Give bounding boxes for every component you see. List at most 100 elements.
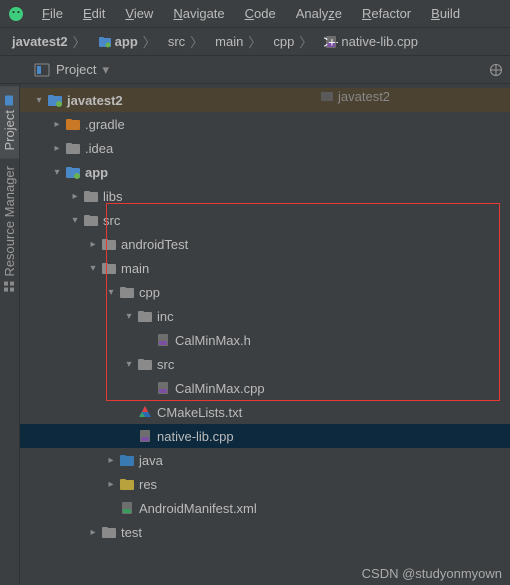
tree-node-gradle[interactable]: ▸ .gradle xyxy=(20,112,510,136)
chevron-down-icon: ▾ xyxy=(68,215,82,226)
menubar: File Edit View Navigate Code Analyze Ref… xyxy=(0,0,510,28)
tree-label: native-lib.cpp xyxy=(157,429,234,444)
menu-view[interactable]: View xyxy=(117,4,161,23)
crumb-file[interactable]: C++ native-lib.cpp xyxy=(320,34,422,49)
menu-refactor[interactable]: Refactor xyxy=(354,4,419,23)
chevron-right-icon: ▸ xyxy=(104,479,118,490)
tree-node-root[interactable]: ▾ javatest2 xyxy=(20,88,510,112)
tree-label: .idea xyxy=(85,141,113,156)
android-studio-logo-icon xyxy=(8,6,24,22)
crumb-root[interactable]: javatest2〉 xyxy=(8,32,90,51)
crumb-app[interactable]: app〉 xyxy=(94,32,160,51)
crumb-cpp[interactable]: cpp〉 xyxy=(269,32,316,51)
resource-manager-icon xyxy=(4,281,16,293)
cmake-file-icon xyxy=(136,405,154,419)
folder-icon xyxy=(100,237,118,251)
tree-label: test xyxy=(121,525,142,540)
folder-icon xyxy=(136,309,154,323)
folder-icon xyxy=(118,285,136,299)
tree-label: CMakeLists.txt xyxy=(157,405,242,420)
tree-label: res xyxy=(139,477,157,492)
chevron-right-icon: ▸ xyxy=(50,143,64,154)
tree-node-calminmax-h[interactable]: CalMinMax.h xyxy=(20,328,510,352)
tree-label: cpp xyxy=(139,285,160,300)
cpp-file-icon: C++ xyxy=(324,35,338,49)
breadcrumb: javatest2〉 app〉 src〉 main〉 cpp〉 C++ nati… xyxy=(0,28,510,56)
cpp-file-icon xyxy=(154,381,172,395)
chevron-down-icon: ▾ xyxy=(104,287,118,298)
tree-node-src[interactable]: ▾ src xyxy=(20,208,510,232)
side-tab-project[interactable]: Project xyxy=(0,86,19,158)
dropdown-arrow-icon[interactable]: ▾ xyxy=(102,62,109,78)
menu-file[interactable]: File xyxy=(34,4,71,23)
folder-icon xyxy=(82,213,100,227)
tree-node-androidtest[interactable]: ▸ androidTest xyxy=(20,232,510,256)
folder-icon xyxy=(82,189,100,203)
module-icon xyxy=(98,35,112,49)
source-folder-icon xyxy=(118,453,136,467)
tree-label: androidTest xyxy=(121,237,188,252)
tree-label: java xyxy=(139,453,163,468)
project-tab-icon xyxy=(4,94,16,106)
tree-node-idea[interactable]: ▸ .idea xyxy=(20,136,510,160)
tree-label: main xyxy=(121,261,149,276)
folder-icon xyxy=(64,141,82,155)
tree-label: libs xyxy=(103,189,123,204)
tree-node-cpp[interactable]: ▾ cpp xyxy=(20,280,510,304)
editor-tab-label: javatest2 xyxy=(338,89,390,104)
menu-build[interactable]: Build xyxy=(423,4,468,23)
tree-node-test[interactable]: ▸ test xyxy=(20,520,510,544)
project-tree[interactable]: javatest2 ▾ javatest2 ▸ .gradle ▸ .idea … xyxy=(20,84,510,585)
resource-folder-icon xyxy=(118,477,136,491)
folder-icon xyxy=(100,525,118,539)
chevron-right-icon: ▸ xyxy=(50,119,64,130)
tree-node-calminmax-cpp[interactable]: CalMinMax.cpp xyxy=(20,376,510,400)
menu-code[interactable]: Code xyxy=(237,4,284,23)
tree-node-inc[interactable]: ▾ inc xyxy=(20,304,510,328)
module-icon xyxy=(64,165,82,179)
chevron-right-icon: ▸ xyxy=(86,527,100,538)
header-file-icon xyxy=(154,333,172,347)
cpp-file-icon xyxy=(136,429,154,443)
project-view-label[interactable]: Project xyxy=(56,62,96,77)
chevron-down-icon: ▾ xyxy=(122,311,136,322)
chevron-down-icon: ▾ xyxy=(32,95,46,106)
tree-label: src xyxy=(157,357,174,372)
tree-label: inc xyxy=(157,309,174,324)
crumb-main[interactable]: main〉 xyxy=(211,32,265,51)
editor-tab[interactable]: javatest2 xyxy=(320,84,390,108)
tree-label: CalMinMax.h xyxy=(175,333,251,348)
chevron-right-icon: ▸ xyxy=(104,455,118,466)
chevron-down-icon: ▾ xyxy=(50,167,64,178)
menu-edit[interactable]: Edit xyxy=(75,4,113,23)
chevron-down-icon: ▾ xyxy=(122,359,136,370)
module-icon xyxy=(46,93,64,107)
chevron-right-icon: ▸ xyxy=(86,239,100,250)
crumb-src[interactable]: src〉 xyxy=(164,32,207,51)
module-icon xyxy=(320,89,334,103)
tree-node-main[interactable]: ▾ main xyxy=(20,256,510,280)
side-tab-resource-manager[interactable]: Resource Manager xyxy=(0,158,19,301)
tree-node-app[interactable]: ▾ app xyxy=(20,160,510,184)
tree-node-native-lib[interactable]: native-lib.cpp xyxy=(20,424,510,448)
folder-icon xyxy=(64,117,82,131)
tree-node-java[interactable]: ▸ java xyxy=(20,448,510,472)
tree-node-src2[interactable]: ▾ src xyxy=(20,352,510,376)
svg-text:C++: C++ xyxy=(324,35,338,49)
project-view-icon xyxy=(34,62,50,78)
tree-node-libs[interactable]: ▸ libs xyxy=(20,184,510,208)
left-tool-tabs: Project Resource Manager xyxy=(0,84,20,585)
tree-label: .gradle xyxy=(85,117,125,132)
tree-node-cmakelists[interactable]: CMakeLists.txt xyxy=(20,400,510,424)
menu-navigate[interactable]: Navigate xyxy=(165,4,232,23)
chevron-down-icon: ▾ xyxy=(86,263,100,274)
chevron-right-icon: ▸ xyxy=(68,191,82,202)
tree-node-res[interactable]: ▸ res xyxy=(20,472,510,496)
tree-label: src xyxy=(103,213,120,228)
folder-icon xyxy=(136,357,154,371)
collapse-target-icon[interactable] xyxy=(488,62,504,78)
tree-node-manifest[interactable]: AndroidManifest.xml xyxy=(20,496,510,520)
tree-label: CalMinMax.cpp xyxy=(175,381,265,396)
manifest-file-icon xyxy=(118,501,136,515)
menu-analyze[interactable]: Analyze xyxy=(288,4,350,23)
